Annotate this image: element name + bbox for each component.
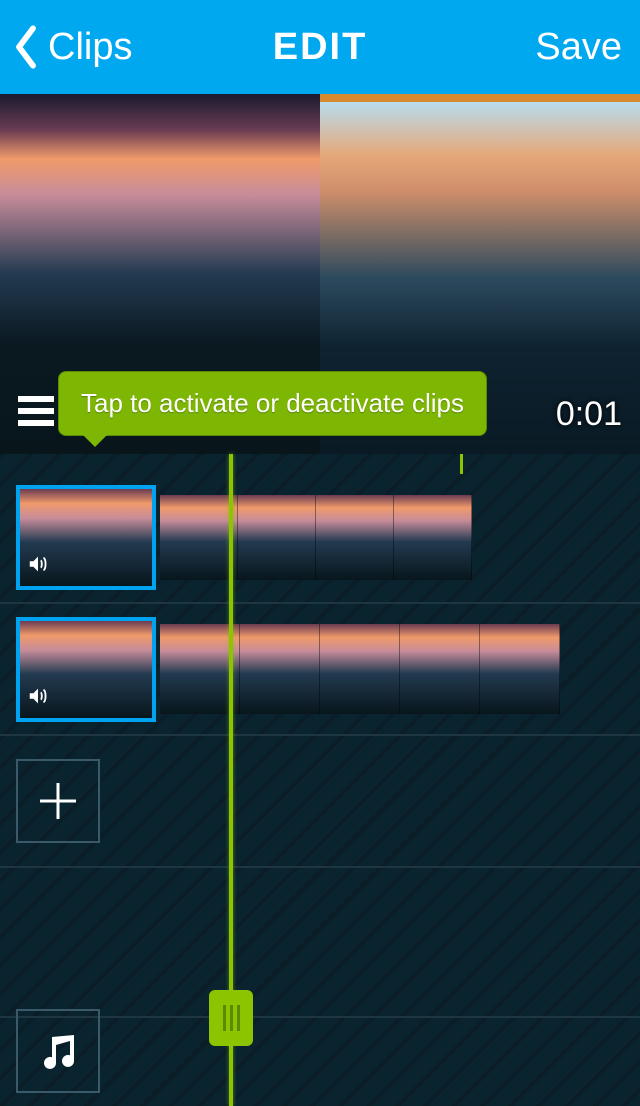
frame bbox=[400, 624, 480, 714]
frame bbox=[160, 495, 238, 580]
playhead[interactable] bbox=[229, 454, 233, 1106]
grip-icon bbox=[223, 1005, 226, 1031]
frame bbox=[480, 624, 560, 714]
speaker-icon bbox=[26, 685, 50, 712]
timeline-track-1[interactable] bbox=[0, 472, 640, 604]
clip-frames[interactable] bbox=[160, 624, 560, 714]
speaker-icon bbox=[26, 553, 50, 580]
timeline[interactable] bbox=[0, 454, 640, 1106]
back-button[interactable]: Clips bbox=[12, 23, 132, 71]
playhead-handle[interactable] bbox=[209, 990, 253, 1046]
plus-icon bbox=[36, 779, 80, 823]
music-button[interactable] bbox=[16, 1009, 100, 1093]
clip-thumbnail[interactable] bbox=[16, 617, 156, 722]
frame bbox=[394, 495, 472, 580]
frame bbox=[160, 624, 240, 714]
frame bbox=[240, 624, 320, 714]
clip-thumbnail[interactable] bbox=[16, 485, 156, 590]
playhead-tick bbox=[460, 454, 463, 474]
preview-overlay: Tap to activate or deactivate clips 0:01 bbox=[0, 368, 640, 454]
tooltip-bubble[interactable]: Tap to activate or deactivate clips bbox=[58, 371, 487, 436]
music-bar bbox=[0, 996, 640, 1106]
add-track-row bbox=[0, 736, 640, 868]
music-note-icon bbox=[38, 1031, 78, 1071]
back-label: Clips bbox=[48, 26, 132, 69]
time-label: 0:01 bbox=[556, 395, 622, 434]
header-bar: Clips EDIT Save bbox=[0, 0, 640, 94]
video-preview[interactable]: Tap to activate or deactivate clips 0:01 bbox=[0, 94, 640, 454]
clip-frames[interactable] bbox=[160, 495, 472, 580]
tooltip-text: Tap to activate or deactivate clips bbox=[81, 388, 464, 418]
frame bbox=[320, 624, 400, 714]
chevron-left-icon bbox=[12, 23, 40, 71]
frame bbox=[316, 495, 394, 580]
add-clip-button[interactable] bbox=[16, 759, 100, 843]
save-button[interactable]: Save bbox=[535, 26, 622, 69]
timeline-track-2[interactable] bbox=[0, 604, 640, 736]
hamburger-icon[interactable] bbox=[18, 396, 54, 426]
frame bbox=[238, 495, 316, 580]
tooltip: Tap to activate or deactivate clips bbox=[58, 371, 487, 436]
